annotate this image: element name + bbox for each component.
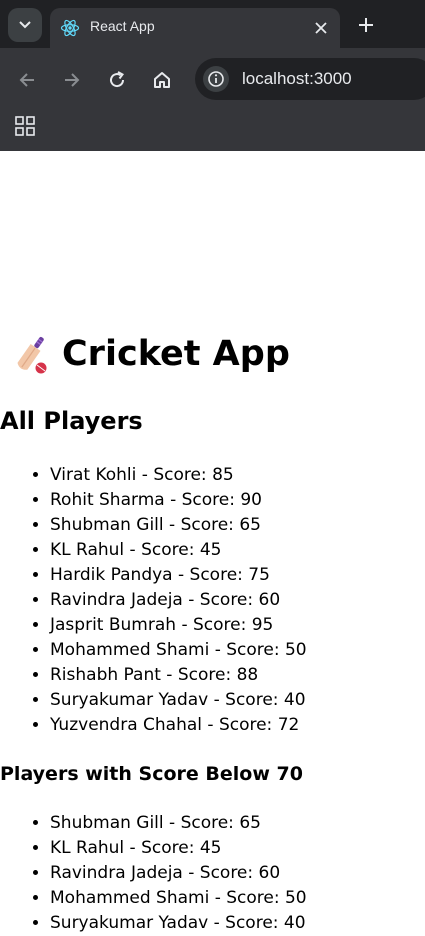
- back-icon[interactable]: [16, 69, 38, 91]
- info-icon: [208, 71, 224, 87]
- page-title: Cricket App: [62, 334, 290, 374]
- tab-search-button[interactable]: [8, 8, 42, 42]
- tab-title: React App: [90, 18, 155, 34]
- list-item: Virat Kohli - Score: 85: [50, 463, 307, 488]
- list-item: Mohammed Shami - Score: 50: [50, 886, 307, 911]
- home-icon[interactable]: [151, 69, 173, 91]
- below-70-list: Shubman Gill - Score: 65 KL Rahul - Scor…: [26, 811, 307, 936]
- cricket-bat-icon: [17, 336, 47, 374]
- list-item: Rishabh Pant - Score: 88: [50, 663, 307, 688]
- list-item: KL Rahul - Score: 45: [50, 836, 307, 861]
- list-item: Ravindra Jadeja - Score: 60: [50, 861, 307, 886]
- list-item: Mohammed Shami - Score: 50: [50, 638, 307, 663]
- list-item: Suryakumar Yadav - Score: 40: [50, 911, 307, 936]
- plus-icon[interactable]: [356, 15, 376, 35]
- list-item: Ravindra Jadeja - Score: 60: [50, 588, 307, 613]
- browser-toolbar: localhost:3000: [0, 48, 425, 110]
- tab-react-app[interactable]: React App: [50, 8, 340, 48]
- list-item: Hardik Pandya - Score: 75: [50, 563, 307, 588]
- bookmarks-bar: [0, 110, 425, 151]
- all-players-heading: All Players: [0, 407, 143, 435]
- list-item: KL Rahul - Score: 45: [50, 538, 307, 563]
- list-item: Shubman Gill - Score: 65: [50, 811, 307, 836]
- list-item: Yuzvendra Chahal - Score: 72: [50, 713, 307, 738]
- forward-icon[interactable]: [61, 69, 83, 91]
- list-item: Shubman Gill - Score: 65: [50, 513, 307, 538]
- react-favicon-icon: [60, 19, 80, 37]
- apps-icon[interactable]: [15, 116, 35, 136]
- close-icon[interactable]: [312, 19, 330, 37]
- browser-chrome: React App localhost:3000: [0, 0, 425, 151]
- tab-strip: React App: [0, 0, 425, 48]
- site-info-button[interactable]: [203, 66, 229, 92]
- url-text: localhost:3000: [242, 69, 352, 88]
- reload-icon[interactable]: [106, 69, 128, 91]
- list-item: Suryakumar Yadav - Score: 40: [50, 688, 307, 713]
- address-bar[interactable]: localhost:3000: [195, 58, 425, 100]
- list-item: Rohit Sharma - Score: 90: [50, 488, 307, 513]
- all-players-list: Virat Kohli - Score: 85 Rohit Sharma - S…: [26, 463, 307, 738]
- below-70-heading: Players with Score Below 70: [0, 763, 303, 785]
- list-item: Jasprit Bumrah - Score: 95: [50, 613, 307, 638]
- chevron-down-icon: [19, 21, 31, 29]
- app-header: Cricket App: [10, 329, 290, 379]
